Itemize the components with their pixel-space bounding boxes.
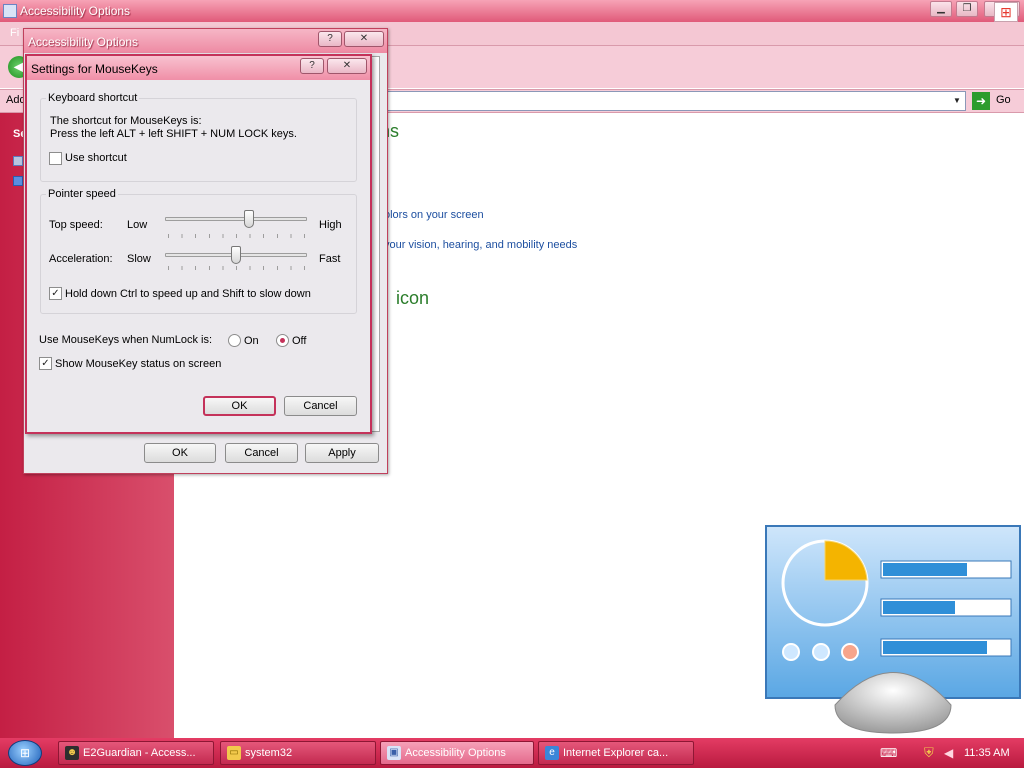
- numlock-off-radio[interactable]: [276, 334, 289, 347]
- close-button[interactable]: ✕: [344, 31, 384, 47]
- keyboard-shortcut-group: [40, 98, 357, 182]
- control-panel-illustration: [765, 525, 1021, 734]
- show-status-label[interactable]: Show MouseKey status on screen: [55, 358, 221, 370]
- mousekeys-titlebar[interactable]: Settings for MouseKeys ? ✕: [27, 56, 370, 80]
- restore-button[interactable]: ❐: [956, 1, 978, 17]
- chevron-down-icon[interactable]: ▼: [950, 92, 964, 110]
- task-link-needs[interactable]: your vision, hearing, and mobility needs: [384, 239, 577, 251]
- control-panel-icon: ▣: [387, 746, 401, 760]
- windows-flag-icon: ⊞: [994, 2, 1018, 22]
- top-speed-ticks: [168, 234, 306, 238]
- taskbar-item-label: Accessibility Options: [405, 747, 506, 759]
- e2guardian-icon: ☻: [65, 746, 79, 760]
- taskbar-item-system32[interactable]: ▭ system32: [220, 741, 376, 765]
- sidebar-item-icon[interactable]: [13, 156, 23, 166]
- ie-icon: e: [545, 746, 559, 760]
- keyboard-icon[interactable]: ⌨: [880, 746, 897, 760]
- main-window-title: Accessibility Options: [20, 4, 131, 18]
- ctrl-shift-label[interactable]: Hold down Ctrl to speed up and Shift to …: [65, 288, 311, 300]
- taskbar-item-accessibility-options[interactable]: ▣ Accessibility Options: [380, 741, 534, 765]
- top-speed-label: Top speed:: [49, 219, 103, 231]
- taskbar-item-e2guardian[interactable]: ☻ E2Guardian - Access...: [58, 741, 214, 765]
- acceleration-max-label: Fast: [319, 253, 341, 265]
- accessibility-options-titlebar[interactable]: Accessibility Options ? ✕: [24, 29, 387, 53]
- use-shortcut-checkbox[interactable]: [49, 152, 62, 165]
- taskbar-item-label: system32: [245, 747, 293, 759]
- acceleration-slider[interactable]: [231, 246, 241, 264]
- security-shield-icon[interactable]: ⛨: [924, 745, 934, 761]
- cancel-button[interactable]: Cancel: [284, 396, 357, 416]
- start-button[interactable]: ⊞: [8, 740, 42, 766]
- acceleration-min-label: Slow: [127, 253, 151, 265]
- control-panel-icon: [3, 4, 17, 18]
- numlock-on-radio[interactable]: [228, 334, 241, 347]
- ok-button[interactable]: OK: [144, 443, 216, 463]
- acceleration-ticks: [168, 266, 306, 270]
- acceleration-label: Acceleration:: [49, 253, 113, 265]
- mousekeys-title: Settings for MouseKeys: [31, 62, 158, 76]
- numlock-label: Use MouseKeys when NumLock is:: [39, 334, 213, 346]
- pointer-speed-legend: Pointer speed: [46, 188, 118, 200]
- task-link-colors[interactable]: olors on your screen: [384, 209, 484, 221]
- taskbar-item-label: Internet Explorer ca...: [563, 747, 669, 759]
- help-button[interactable]: ?: [300, 58, 324, 74]
- top-speed-track[interactable]: [165, 217, 307, 221]
- minimize-button[interactable]: ▁: [930, 1, 952, 17]
- ctrl-shift-checkbox[interactable]: ✓: [49, 287, 62, 300]
- volume-icon[interactable]: ◀: [944, 746, 953, 760]
- folder-icon: ▭: [227, 746, 241, 760]
- main-window-titlebar[interactable]: Accessibility Options ▁ ❐ ✕: [0, 0, 1024, 22]
- numlock-off-label[interactable]: Off: [292, 335, 306, 347]
- show-status-checkbox[interactable]: ✓: [39, 357, 52, 370]
- go-arrow-icon: ➜: [972, 92, 990, 110]
- top-speed-min-label: Low: [127, 219, 148, 231]
- sidebar-item-icon[interactable]: [13, 176, 23, 186]
- cancel-button[interactable]: Cancel: [225, 443, 298, 463]
- system-tray: ⌨ ⛨ ◀ 11:35 AM: [872, 740, 1024, 766]
- shortcut-keys: Press the left ALT + left SHIFT + NUM LO…: [50, 128, 297, 140]
- numlock-on-label[interactable]: On: [244, 335, 259, 347]
- go-label: Go: [996, 94, 1011, 106]
- keyboard-shortcut-legend: Keyboard shortcut: [46, 92, 140, 104]
- go-button[interactable]: ➜ Go: [972, 91, 1022, 111]
- top-speed-max-label: High: [319, 219, 342, 231]
- shortcut-description: The shortcut for MouseKeys is:: [50, 115, 202, 127]
- top-speed-slider[interactable]: [244, 210, 255, 228]
- menu-file[interactable]: Fi: [10, 27, 19, 39]
- ok-button[interactable]: OK: [203, 396, 276, 416]
- close-button[interactable]: ✕: [327, 58, 367, 74]
- use-shortcut-label[interactable]: Use shortcut: [65, 152, 127, 164]
- accessibility-options-title: Accessibility Options: [28, 35, 139, 49]
- clock[interactable]: 11:35 AM: [964, 747, 1010, 759]
- help-button[interactable]: ?: [318, 31, 342, 47]
- section-heading: icon: [396, 288, 430, 308]
- taskbar-item-internet-explorer[interactable]: e Internet Explorer ca...: [538, 741, 694, 765]
- apply-button[interactable]: Apply: [305, 443, 379, 463]
- taskbar-item-label: E2Guardian - Access...: [83, 747, 196, 759]
